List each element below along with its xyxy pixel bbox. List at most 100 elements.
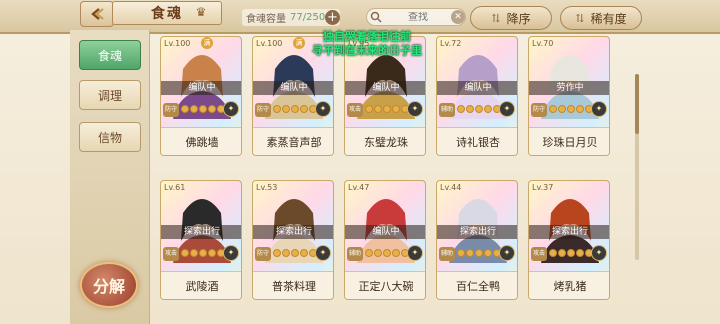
level-text: Lv.44 xyxy=(440,183,462,192)
role-badge: 攻击 xyxy=(531,247,547,261)
lyric-line-2: 寻不到在未来的日子里 xyxy=(312,44,422,57)
sort-order-button[interactable]: ⇅ 降序 xyxy=(470,6,552,30)
star-rating xyxy=(549,249,593,257)
star-icon xyxy=(300,249,308,257)
level-text: Lv.53 xyxy=(256,183,278,192)
character-card[interactable]: Lv.37 探索出行攻击 ✦ 烤乳猪 xyxy=(528,180,610,300)
crown-icon: ♛ xyxy=(195,5,207,19)
star-icon xyxy=(475,105,483,113)
star-icon xyxy=(567,249,575,257)
status-banner: 探索出行 xyxy=(253,225,333,239)
star-rating xyxy=(365,105,409,113)
status-banner: 探索出行 xyxy=(437,225,517,239)
level-text: Lv.100 xyxy=(164,39,191,48)
tab-tokens[interactable]: 信物 xyxy=(79,122,141,152)
search-input[interactable] xyxy=(385,11,451,23)
star-icon xyxy=(457,105,465,113)
star-icon xyxy=(208,105,216,113)
tab-label: 调理 xyxy=(97,88,122,103)
status-banner: 编队中 xyxy=(161,81,241,95)
status-banner: 探索出行 xyxy=(529,225,609,239)
star-icon xyxy=(576,105,584,113)
star-icon xyxy=(567,105,575,113)
character-card[interactable]: Lv.44 探索出行 辅助 ✦ 百仁全鸭 xyxy=(436,180,518,300)
tab-food-soul[interactable]: 食魂 xyxy=(79,40,141,70)
capacity-display: 食魂容量 77/250 + xyxy=(242,9,340,26)
character-card[interactable]: Lv.47 编队中 辅助 ✦ 正定八大碗 xyxy=(344,180,426,300)
status-banner: 劳作中 xyxy=(529,81,609,95)
character-name: 东璧龙珠 xyxy=(345,127,425,155)
star-icon xyxy=(199,249,207,257)
sort-rarity-button[interactable]: ⇅ 稀有度 xyxy=(560,6,642,30)
character-card[interactable]: Lv.72 编队中 辅助 ✦ 诗礼银杏 xyxy=(436,36,518,156)
role-badge: 防守 xyxy=(163,103,179,117)
element-icon: ✦ xyxy=(591,245,607,261)
star-icon xyxy=(549,249,557,257)
dismantle-button[interactable]: 分解 xyxy=(80,262,138,308)
element-icon: ✦ xyxy=(407,101,423,117)
dismantle-label: 分解 xyxy=(92,277,125,296)
character-card[interactable]: Lv.61 探索出行 攻击 ✦ 武陵酒 xyxy=(160,180,242,300)
back-arrow-icon xyxy=(91,8,104,20)
star-icon xyxy=(484,105,492,113)
sort-rarity-label: 稀有度 xyxy=(590,11,627,26)
character-card[interactable]: Lv.53 探索出行防守 ✦ 普茶料理 xyxy=(252,180,334,300)
status-banner: 编队中 xyxy=(345,81,425,95)
search-icon xyxy=(367,8,385,26)
capacity-value: 77/250 xyxy=(290,12,326,23)
element-icon: ✦ xyxy=(315,245,331,261)
scrollbar[interactable] xyxy=(635,74,639,260)
star-rating xyxy=(365,249,409,257)
star-icon xyxy=(457,249,465,257)
star-rating xyxy=(273,105,317,113)
character-name: 百仁全鸭 xyxy=(437,271,517,299)
role-badge: 防守 xyxy=(255,247,271,261)
character-name: 珍珠日月贝 xyxy=(529,127,609,155)
level-text: Lv.61 xyxy=(164,183,186,192)
star-icon xyxy=(300,105,308,113)
star-icon xyxy=(392,249,400,257)
star-icon xyxy=(181,105,189,113)
level-text: Lv.100 xyxy=(256,39,283,48)
star-icon xyxy=(549,105,557,113)
star-icon xyxy=(466,249,474,257)
top-bar: 食魂 ♛ 食魂容量 77/250 + ✕ ⇅ 降序 ⇅ 稀有度 xyxy=(0,0,720,34)
star-rating xyxy=(549,105,593,113)
character-name: 佛跳墙 xyxy=(161,127,241,155)
scrollbar-thumb[interactable] xyxy=(635,74,639,134)
character-card[interactable]: Lv.70 劳作中防守 ✦ 珍珠日月贝 xyxy=(528,36,610,156)
role-badge: 辅助 xyxy=(439,103,455,117)
element-icon: ✦ xyxy=(407,245,423,261)
element-icon: ✦ xyxy=(591,101,607,117)
star-icon xyxy=(466,105,474,113)
status-banner: 编队中 xyxy=(437,81,517,95)
star-icon xyxy=(558,249,566,257)
page-title-text: 食魂 xyxy=(151,6,183,22)
character-name: 烤乳猪 xyxy=(529,271,609,299)
food-soul-grid: Lv.100 满编队中 防守 ✦ 佛跳墙 Lv.100 满编队中 防守 ✦ 素蒸音声部 Lv.95 编… xyxy=(160,36,640,324)
star-icon xyxy=(365,105,373,113)
star-icon xyxy=(392,105,400,113)
role-badge: 辅助 xyxy=(439,247,455,261)
tab-label: 食魂 xyxy=(97,48,122,63)
star-rating xyxy=(273,249,317,257)
clear-search-icon[interactable]: ✕ xyxy=(451,10,465,24)
star-icon xyxy=(199,105,207,113)
back-button[interactable] xyxy=(80,1,114,27)
role-badge: 防守 xyxy=(531,103,547,117)
star-icon xyxy=(383,249,391,257)
star-rating xyxy=(181,249,225,257)
element-icon: ✦ xyxy=(223,245,239,261)
star-icon xyxy=(576,249,584,257)
search-box: ✕ xyxy=(366,8,466,26)
character-card[interactable]: Lv.100 满编队中 防守 ✦ 佛跳墙 xyxy=(160,36,242,156)
level-text: Lv.70 xyxy=(532,39,554,48)
capacity-plus-button[interactable]: + xyxy=(325,10,340,25)
sort-arrows-icon: ⇅ xyxy=(575,11,585,25)
star-icon xyxy=(383,105,391,113)
level-text: Lv.37 xyxy=(532,183,554,192)
tab-conditioning[interactable]: 调理 xyxy=(79,80,141,110)
character-name: 普茶料理 xyxy=(253,271,333,299)
star-icon xyxy=(208,249,216,257)
character-name: 素蒸音声部 xyxy=(253,127,333,155)
